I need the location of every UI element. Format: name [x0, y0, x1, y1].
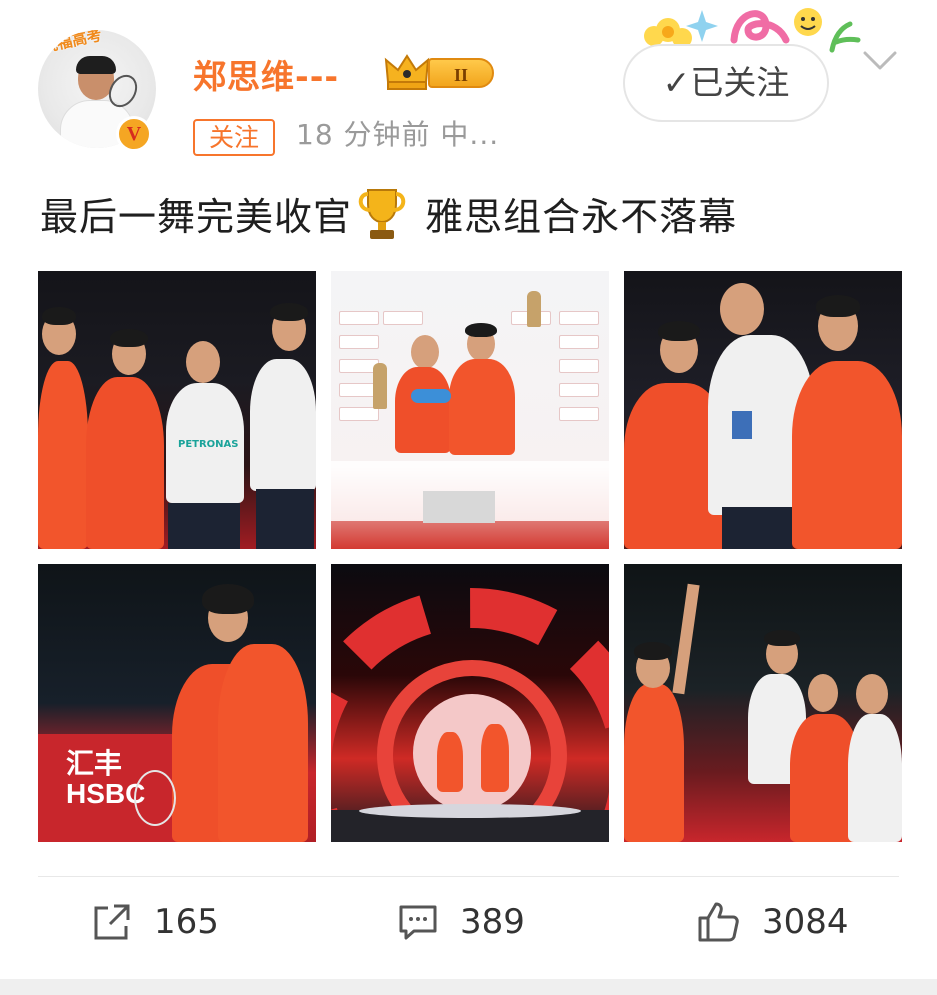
player-hair — [42, 307, 76, 325]
photo-4[interactable]: 汇丰 HSBC — [38, 564, 316, 842]
player-face — [186, 341, 220, 383]
sponsor-board — [559, 407, 599, 421]
player-figure — [218, 644, 308, 842]
followed-button[interactable]: ✓已关注 — [623, 44, 829, 122]
photo-grid: PETRONAS 汇丰 HSBC — [38, 271, 902, 842]
trophy — [527, 291, 541, 327]
sponsor-board — [559, 335, 599, 349]
credential-badge — [732, 411, 752, 439]
sponsor-board — [559, 359, 599, 373]
verified-v-icon: V — [116, 116, 152, 152]
player-figure — [449, 359, 515, 455]
player-hair — [816, 295, 860, 317]
player-figure — [848, 714, 902, 842]
crown-icon — [384, 54, 430, 90]
avatar-hair — [76, 56, 116, 74]
mascot-toy — [411, 389, 451, 403]
sponsor-board — [339, 335, 379, 349]
coach-pants — [722, 507, 792, 549]
player-figure — [250, 359, 316, 491]
thumbs-up-icon — [698, 902, 739, 942]
player-figure — [481, 724, 509, 792]
photo-1[interactable]: PETRONAS — [38, 271, 316, 549]
sponsor-board — [339, 311, 379, 325]
actions-divider — [38, 876, 899, 877]
follow-tag[interactable]: 关注 — [193, 119, 275, 156]
comment-count: 389 — [460, 902, 525, 942]
sponsor-board — [559, 311, 599, 325]
racket — [134, 770, 176, 826]
player-hair — [764, 630, 800, 646]
sponsor-board — [339, 407, 379, 421]
player-shorts — [168, 503, 240, 549]
comment-icon — [399, 905, 437, 940]
player-face — [856, 674, 888, 714]
player-shorts — [256, 489, 314, 549]
player-face — [411, 335, 439, 369]
chevron-down-icon[interactable] — [862, 48, 898, 74]
share-count: 165 — [154, 902, 219, 942]
like-count: 3084 — [762, 902, 849, 942]
coach-face — [720, 283, 764, 335]
sponsor-board — [383, 311, 423, 325]
player-hair — [270, 303, 308, 321]
player-figure — [38, 361, 88, 549]
player-figure — [437, 732, 463, 792]
petronas-text: PETRONAS — [178, 439, 239, 450]
avatar-banner-text: 祝福高考 — [40, 30, 104, 57]
trophy — [373, 363, 387, 409]
player-figure — [624, 684, 684, 842]
player-hair — [110, 329, 148, 347]
player-figure — [395, 367, 451, 453]
photo-3[interactable] — [624, 271, 902, 549]
post-text: 最后一舞完美收官 雅思组合永不落幕 — [40, 186, 737, 242]
photo-5[interactable] — [331, 564, 609, 842]
share-button[interactable]: 165 — [92, 897, 219, 947]
level-badge: II — [428, 58, 494, 88]
player-hair — [658, 321, 700, 341]
bottom-separator — [0, 979, 937, 995]
photo-2[interactable] — [331, 271, 609, 549]
player-hair — [202, 584, 254, 614]
player-hair — [634, 642, 672, 660]
hsbc-cn: 汇丰 — [66, 748, 123, 779]
stage-platform — [359, 804, 581, 818]
player-hair — [465, 323, 497, 337]
player-face — [808, 674, 838, 712]
post-text-part1: 最后一舞完美收官 — [40, 195, 353, 239]
photo-6[interactable] — [624, 564, 902, 842]
like-button[interactable]: 3084 — [696, 897, 849, 947]
stage-screen — [413, 694, 531, 812]
raised-arm — [672, 583, 700, 695]
player-legs — [423, 491, 495, 523]
player-figure — [86, 377, 164, 549]
sponsor-board — [559, 383, 599, 397]
post-text-part2: 雅思组合永不落幕 — [412, 195, 738, 239]
comment-button[interactable]: 389 — [398, 897, 525, 947]
post-meta: 18 分钟前 中... — [296, 118, 500, 151]
share-icon — [94, 904, 130, 940]
player-figure — [792, 361, 902, 549]
trophy-emoji-icon — [358, 189, 406, 239]
username[interactable]: 郑思维--- — [193, 50, 339, 98]
